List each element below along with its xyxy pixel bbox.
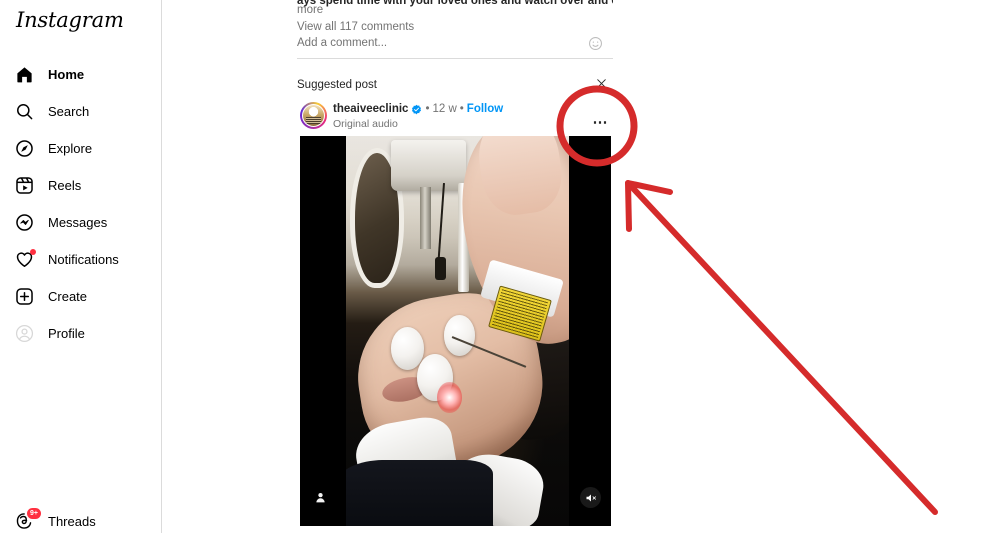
audio-muted-icon[interactable] xyxy=(580,487,601,508)
threads-badge-count: 9+ xyxy=(26,507,42,520)
caption-more-link[interactable]: more xyxy=(297,4,323,16)
caption-text: ays spend time with your loved ones and … xyxy=(297,0,613,7)
sidebar-item-label: Home xyxy=(48,67,85,82)
video-frame xyxy=(346,136,569,526)
left-sidebar: Instagram Home Search Explore Reels Mess… xyxy=(0,0,162,533)
search-icon xyxy=(14,102,34,122)
notifications-badge-dot xyxy=(30,248,36,255)
post-audio-label[interactable]: Original audio xyxy=(333,118,503,130)
sidebar-item-messages[interactable]: Messages xyxy=(0,204,162,241)
sidebar-item-threads[interactable]: 9+ Threads xyxy=(0,507,96,533)
sidebar-item-reels[interactable]: Reels xyxy=(0,167,162,204)
post-author-meta: theaiveeclinic • 12 w • Follow Original … xyxy=(333,103,503,130)
suggested-post-header: theaiveeclinic • 12 w • Follow Original … xyxy=(297,100,613,130)
sidebar-item-label: Reels xyxy=(48,178,82,193)
meta-separator-1: • xyxy=(425,103,430,115)
instagram-web-app: Instagram Home Search Explore Reels Mess… xyxy=(0,0,1005,533)
heart-icon xyxy=(14,248,36,270)
reels-icon xyxy=(14,176,34,196)
profile-avatar-icon xyxy=(14,324,34,344)
home-icon xyxy=(14,65,34,85)
sidebar-item-label: Search xyxy=(48,104,90,119)
close-x-icon[interactable] xyxy=(595,77,608,90)
follow-button[interactable]: Follow xyxy=(467,103,503,116)
annotation-arrow xyxy=(625,180,938,515)
sidebar-item-label: Notifications xyxy=(48,252,119,267)
post-timestamp: 12 w xyxy=(432,103,457,115)
sidebar-item-label: Create xyxy=(48,289,88,304)
emoji-smiley-icon[interactable] xyxy=(588,36,603,51)
meta-separator-2: • xyxy=(459,103,464,115)
avatar[interactable] xyxy=(300,102,327,129)
sidebar-item-explore[interactable]: Explore xyxy=(0,130,162,167)
post-username[interactable]: theaiveeclinic xyxy=(333,103,408,116)
sidebar-item-notifications[interactable]: Notifications xyxy=(0,241,162,278)
comment-input[interactable] xyxy=(297,37,567,49)
instagram-logo[interactable]: Instagram xyxy=(16,8,124,32)
plus-square-icon xyxy=(14,287,34,307)
more-options-dots-icon[interactable]: ⋯ xyxy=(593,115,610,130)
add-comment-row xyxy=(297,37,613,53)
suggested-post-label: Suggested post xyxy=(297,79,377,91)
verified-badge-icon xyxy=(411,104,422,115)
view-all-comments-link[interactable]: View all 117 comments xyxy=(297,21,414,33)
sidebar-item-label: Threads xyxy=(48,513,96,529)
sidebar-item-label: Explore xyxy=(48,141,93,156)
compass-icon xyxy=(14,139,34,159)
sidebar-nav-list: Home Search Explore Reels Messages Notif… xyxy=(0,56,162,352)
sidebar-item-create[interactable]: Create xyxy=(0,278,162,315)
sidebar-item-search[interactable]: Search xyxy=(0,93,162,130)
sidebar-item-home[interactable]: Home xyxy=(0,56,162,93)
feed-column: ays spend time with your loved ones and … xyxy=(297,0,613,533)
sidebar-item-profile[interactable]: Profile xyxy=(0,315,162,352)
feed-divider xyxy=(297,58,613,59)
previous-post-caption-clipped: ays spend time with your loved ones and … xyxy=(297,0,613,12)
messenger-icon xyxy=(14,213,34,233)
post-media-video[interactable] xyxy=(300,136,611,526)
person-tag-icon[interactable] xyxy=(314,491,327,504)
threads-icon: 9+ xyxy=(14,507,42,531)
sidebar-item-label: Messages xyxy=(48,215,108,230)
sidebar-item-label: Profile xyxy=(48,326,85,341)
